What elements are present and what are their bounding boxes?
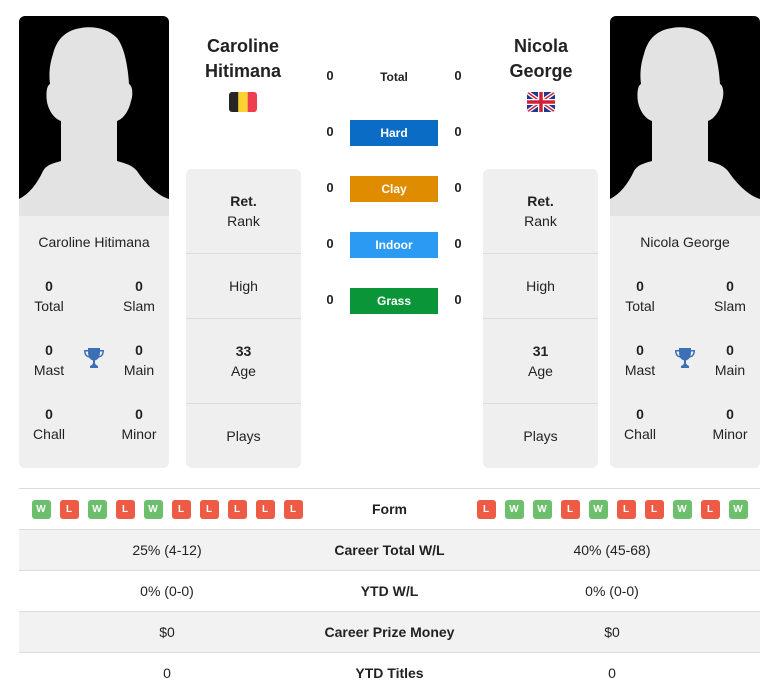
left-titles-total: 0 Total: [34, 278, 64, 314]
player-silhouette-icon: [610, 27, 760, 216]
form-badge-loss[interactable]: L: [700, 499, 720, 519]
surface-badge-indoor[interactable]: Indoor: [350, 232, 438, 258]
form-row: WLWLWLLLLL Form LWWLWLLWLW: [19, 488, 760, 529]
left-titles-grid: 0 Total 0 Slam 0 Mast 0 Main 0 Chall 0 Minor: [19, 276, 169, 446]
form-badge-win[interactable]: W: [672, 499, 692, 519]
left-player-card: Caroline Hitimana 0 Total 0 Slam 0 Mast 0 Ma…: [19, 16, 169, 468]
right-player-card: Nicola George 0 Total 0 Slam 0 Mast 0 Main 0…: [610, 16, 760, 468]
h2h-row-hard: 0 Hard 0: [318, 120, 470, 146]
comparison-table: WLWLWLLLLL Form LWWLWLLWLW 25% (4-12) Ca…: [19, 488, 760, 693]
form-badge-win[interactable]: W: [532, 499, 552, 519]
left-player-photo: [19, 16, 169, 216]
surface-badge-hard[interactable]: Hard: [350, 120, 438, 146]
belgium-flag-icon: [229, 92, 257, 112]
right-titles-chall: 0 Chall: [624, 406, 656, 442]
table-row: 0 YTD Titles 0: [19, 652, 760, 693]
form-badge-loss[interactable]: L: [616, 499, 636, 519]
form-label: Form: [372, 501, 407, 517]
h2h-row-grass: 0 Grass 0: [318, 288, 470, 314]
left-player-heading[interactable]: Caroline Hitimana: [178, 34, 308, 84]
h2h-row-indoor: 0 Indoor 0: [318, 232, 470, 258]
form-badge-loss[interactable]: L: [644, 499, 664, 519]
right-info-rank: Ret. Rank: [483, 169, 598, 254]
right-titles-minor: 0 Minor: [712, 406, 748, 442]
left-titles-slam: 0 Slam: [123, 278, 155, 314]
form-badge-win[interactable]: W: [728, 499, 748, 519]
left-player-info: Ret. Rank High 33 Age Plays: [186, 169, 301, 468]
left-player-name: Caroline Hitimana: [38, 234, 150, 250]
left-info-plays: Plays: [226, 428, 261, 444]
left-info-age: 33 Age: [186, 319, 301, 404]
h2h-row-clay: 0 Clay 0: [318, 176, 470, 202]
right-titles-total: 0 Total: [625, 278, 655, 314]
right-titles-mast: 0 Mast: [624, 342, 656, 378]
table-row: 25% (4-12) Career Total W/L 40% (45-68): [19, 529, 760, 570]
left-form: WLWLWLLLLL: [19, 499, 315, 519]
form-badge-loss[interactable]: L: [560, 499, 580, 519]
right-player-name: Nicola George: [640, 234, 730, 250]
table-row: 0% (0-0) YTD W/L 0% (0-0): [19, 570, 760, 611]
surface-badge-grass[interactable]: Grass: [350, 288, 438, 314]
h2h-row-total: 0 Total 0: [318, 64, 470, 90]
form-badge-loss[interactable]: L: [255, 499, 275, 519]
form-badge-win[interactable]: W: [87, 499, 107, 519]
left-info-rank: Ret. Rank: [186, 169, 301, 254]
left-titles-main: 0 Main: [123, 342, 155, 378]
form-badge-loss[interactable]: L: [59, 499, 79, 519]
surface-badge-total[interactable]: Total: [350, 64, 438, 90]
right-titles-grid: 0 Total 0 Slam 0 Mast 0 Main 0 Chall 0 Minor: [610, 276, 760, 446]
trophy-icon: [84, 348, 104, 368]
left-titles-chall: 0 Chall: [33, 406, 65, 442]
right-info-plays: Plays: [523, 428, 558, 444]
form-badge-loss[interactable]: L: [199, 499, 219, 519]
right-titles-main: 0 Main: [714, 342, 746, 378]
uk-flag-icon: [527, 92, 555, 112]
right-info-high: High: [483, 254, 598, 319]
right-player-heading[interactable]: Nicola George: [476, 34, 606, 84]
right-info-age: 31 Age: [483, 319, 598, 404]
right-player-photo: [610, 16, 760, 216]
form-badge-win[interactable]: W: [588, 499, 608, 519]
form-badge-win[interactable]: W: [31, 499, 51, 519]
table-row: $0 Career Prize Money $0: [19, 611, 760, 652]
player-silhouette-icon: [19, 27, 169, 216]
left-titles-mast: 0 Mast: [33, 342, 65, 378]
left-titles-minor: 0 Minor: [121, 406, 157, 442]
right-form: LWWLWLLWLW: [464, 499, 760, 519]
trophy-icon: [675, 348, 695, 368]
right-titles-slam: 0 Slam: [714, 278, 746, 314]
form-badge-win[interactable]: W: [504, 499, 524, 519]
form-badge-loss[interactable]: L: [115, 499, 135, 519]
form-badge-loss[interactable]: L: [171, 499, 191, 519]
right-player-info: Ret. Rank High 31 Age Plays: [483, 169, 598, 468]
left-info-high: High: [186, 254, 301, 319]
form-badge-win[interactable]: W: [143, 499, 163, 519]
form-badge-loss[interactable]: L: [283, 499, 303, 519]
surface-badge-clay[interactable]: Clay: [350, 176, 438, 202]
form-badge-loss[interactable]: L: [476, 499, 496, 519]
form-badge-loss[interactable]: L: [227, 499, 247, 519]
